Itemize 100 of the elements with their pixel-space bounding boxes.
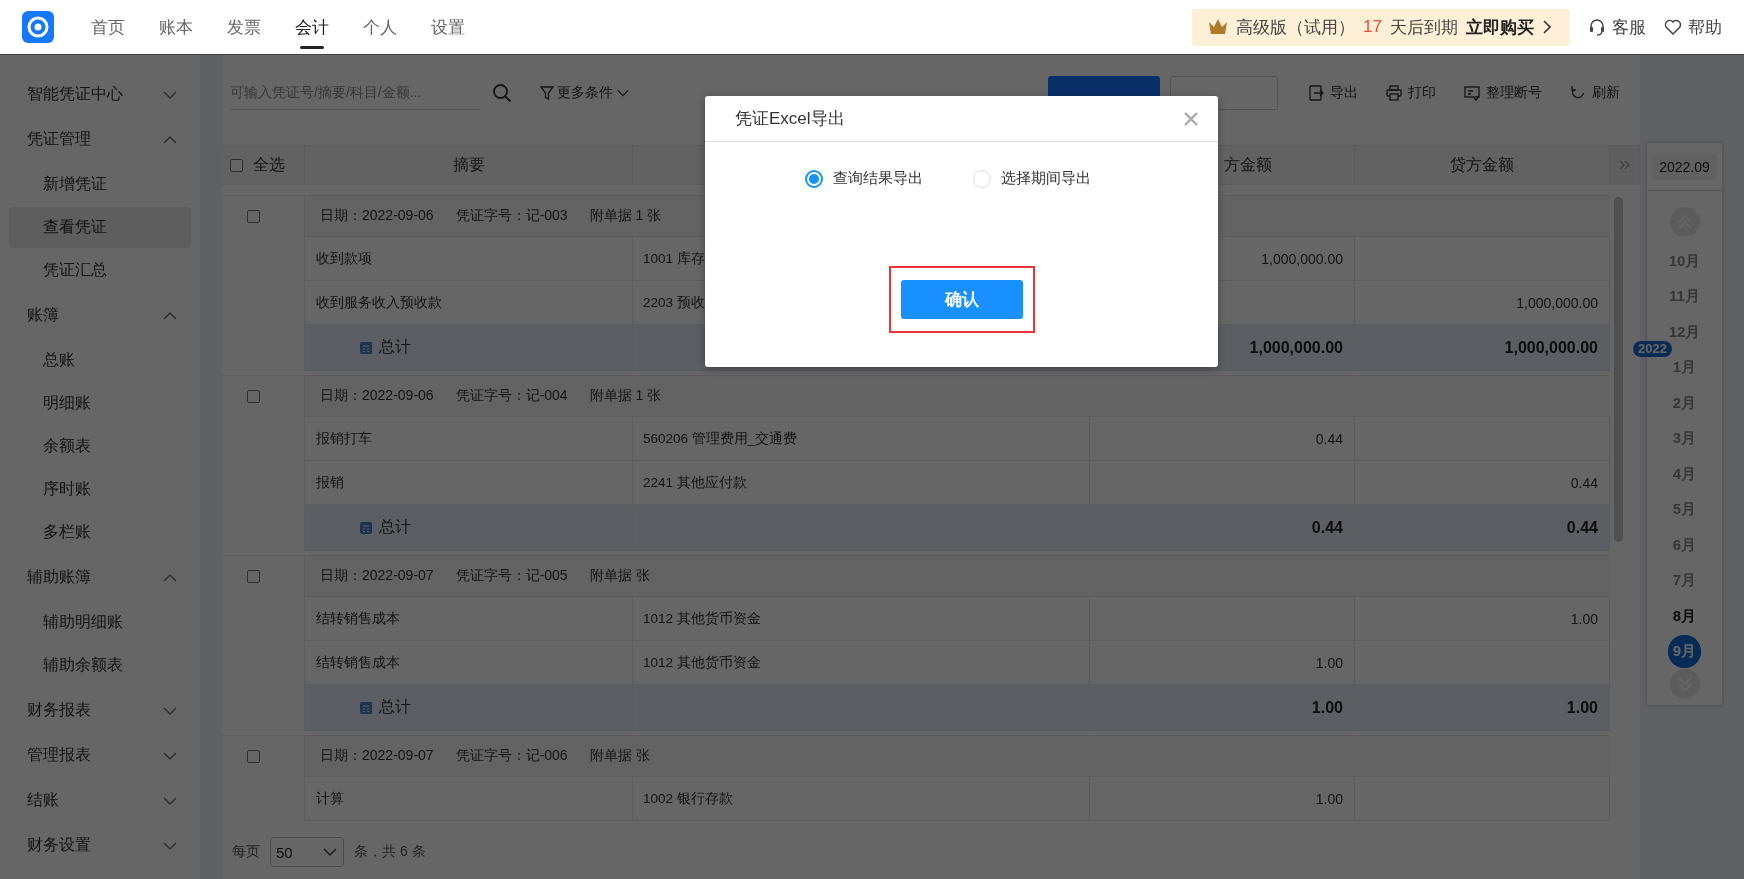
total-amount: 0.44 [1090,505,1355,551]
voucher-date: 日期：2022-09-07 [320,567,434,585]
attachment-count: 附单据 1 张 [589,207,662,225]
buy-now-link[interactable]: 立即购买 [1466,15,1534,39]
voucher-number: 凭证字号：记-005 [455,567,568,585]
filter-icon [540,85,554,100]
sidebar-group[interactable]: 结账 [0,778,200,823]
sidebar-group-label: 结账 [27,790,59,810]
nav-tab[interactable]: 发票 [210,0,278,54]
header-link[interactable]: 帮助 [1664,15,1722,39]
select-all-checkbox[interactable] [230,158,243,172]
header-link-label: 客服 [1612,16,1646,39]
month-item[interactable]: 8月 [1672,607,1697,624]
header-link[interactable]: 客服 [1588,15,1646,39]
table-cell: 1.00 [1090,777,1355,821]
refresh-icon [1570,84,1586,101]
printer-icon [1386,84,1402,101]
table-cell: 收到款项 [305,237,633,281]
voucher-date: 日期：2022-09-06 [320,387,434,405]
nav-tab[interactable]: 账本 [142,0,210,54]
sidebar-group[interactable]: 账簿 [0,293,200,338]
calculator-icon [359,520,373,535]
close-icon[interactable] [1184,111,1198,126]
expand-icon[interactable] [1618,159,1631,171]
export-icon [1308,84,1324,101]
toolbar-action[interactable]: 刷新 [1570,83,1620,102]
sidebar-item[interactable]: 查看凭证 [9,207,191,248]
table-cell: 560206 管理费用_交通费 [633,417,1090,461]
sidebar-item[interactable]: 辅助明细账 [9,602,191,643]
sidebar-item[interactable]: 凭证汇总 [9,250,191,291]
sidebar-item[interactable]: 明细账 [9,383,191,424]
toolbar-action-label: 打印 [1408,83,1436,102]
voucher-date: 日期：2022-09-07 [320,747,434,765]
sidebar-item[interactable]: 多栏账 [9,512,191,553]
sidebar-group-label: 辅助账簿 [27,567,91,587]
row-checkbox[interactable] [247,570,260,583]
table-cell: 1012 其他货币资金 [633,597,1090,641]
total-label: 总计 [379,517,411,537]
expiry-label: 天后到期 [1390,16,1458,39]
total-label: 总计 [379,697,411,717]
voucher-number: 凭证字号：记-004 [455,387,568,405]
sidebar-group[interactable]: 管理报表 [0,733,200,778]
sidebar-item[interactable]: 新增凭证 [9,164,191,205]
sidebar-item[interactable]: 总账 [9,340,191,381]
row-checkbox[interactable] [247,750,260,763]
total-amount: 1.00 [1090,685,1355,731]
table-cell: 1002 银行存款 [633,777,1090,821]
table-cell: 结转销售成本 [305,597,633,641]
page-size-label: 每页 [232,843,260,861]
nav-tab[interactable]: 首页 [74,0,142,54]
table-cell: 报销打车 [305,417,633,461]
table-cell: 0.44 [1090,417,1355,461]
sidebar-group[interactable]: 智能凭证中心 [0,72,200,117]
toolbar-action-label: 导出 [1330,83,1358,102]
sidebar-group[interactable]: 凭证管理 [0,117,200,162]
year-badge: 2022 [1633,341,1672,357]
table-cell: 计算 [305,777,633,821]
attachment-count: 附单据 张 [589,747,650,765]
total-amount: 0.44 [1355,505,1610,551]
plan-label: 高级版（试用） [1236,16,1356,39]
nav-tab[interactable]: 设置 [414,0,482,54]
more-filters-button[interactable]: 更多条件 [540,83,630,102]
sidebar-group-label: 智能凭证中心 [27,84,123,104]
trial-days: 17 [1363,17,1382,37]
sidebar-group-label: 账簿 [27,305,59,325]
select-all-label[interactable]: 全选 [253,154,285,176]
row-checkbox[interactable] [247,210,260,223]
calculator-icon [359,700,373,715]
sidebar-group[interactable]: 财务报表 [0,688,200,733]
sidebar-item[interactable]: 序时账 [9,469,191,510]
confirm-button[interactable]: 确认 [900,280,1023,319]
sidebar-item[interactable]: 辅助余额表 [9,645,191,686]
toolbar-action[interactable]: 整理断号 [1464,83,1542,102]
toolbar-action[interactable]: 打印 [1386,83,1436,102]
attachment-count: 附单据 张 [589,567,650,585]
sidebar-item[interactable]: 余额表 [9,426,191,467]
calculator-icon [359,340,373,355]
radio-button[interactable] [805,169,823,188]
total-amount: 1,000,000.00 [1355,325,1610,371]
search-icon[interactable] [492,82,512,103]
sidebar-group-label: 财务报表 [27,700,91,720]
page-size-select[interactable]: 50 [270,837,344,867]
toolbar-action[interactable]: 导出 [1308,83,1358,102]
sidebar-group-label: 财务设置 [27,835,91,855]
attachment-count: 附单据 1 张 [589,387,662,405]
voucher-date: 日期：2022-09-06 [320,207,434,225]
total-amount: 1.00 [1355,685,1610,731]
sidebar-group-label: 凭证管理 [27,129,91,149]
radio-label[interactable]: 查询结果导出 [833,169,923,188]
document-icon [1464,84,1480,101]
toolbar-action-label: 整理断号 [1486,83,1542,102]
radio-label[interactable]: 选择期间导出 [1001,169,1091,188]
sidebar-group[interactable]: 辅助账簿 [0,555,200,600]
sidebar-group[interactable]: 财务设置 [0,823,200,868]
month-item[interactable]: 9月 [1668,634,1701,668]
voucher-number: 凭证字号：记-003 [455,207,568,225]
nav-tab[interactable]: 会计 [278,0,346,54]
nav-tab[interactable]: 个人 [346,0,414,54]
row-checkbox[interactable] [247,390,260,403]
header-link-label: 帮助 [1688,16,1722,39]
